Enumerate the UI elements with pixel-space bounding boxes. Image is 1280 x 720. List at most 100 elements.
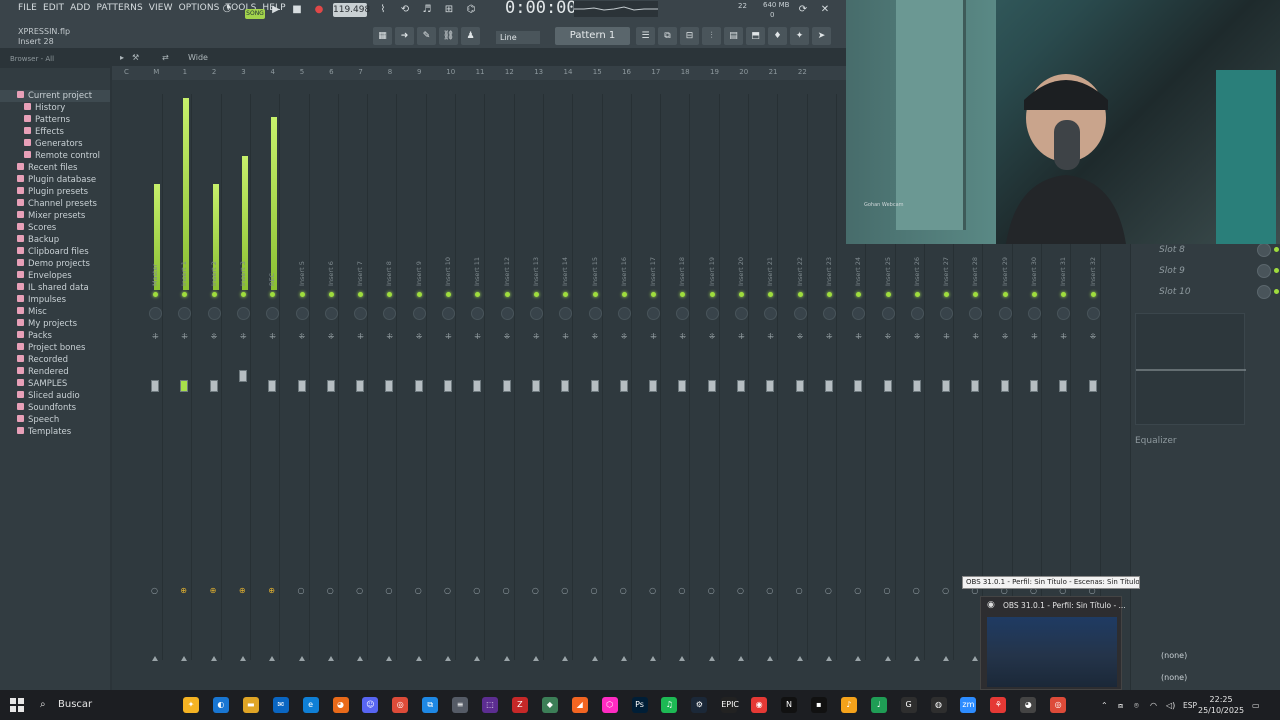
track-name[interactable]: REC [268, 273, 276, 286]
track-name[interactable]: Insert 19 [708, 257, 716, 286]
route-arrow-icon[interactable] [503, 656, 510, 661]
slot-mix-knob[interactable] [1257, 285, 1271, 299]
stop-icon[interactable]: ■ [289, 3, 305, 17]
stereo-separation-icon[interactable]: ⁜ [211, 332, 218, 341]
track-enable-led[interactable] [973, 292, 979, 297]
route-arrow-icon[interactable] [298, 656, 305, 661]
track-enable-led[interactable] [240, 292, 246, 297]
pan-knob[interactable] [793, 307, 807, 320]
send-route-icon[interactable]: ○ [151, 586, 158, 595]
route-arrow-icon[interactable] [445, 656, 451, 661]
pan-knob[interactable] [735, 307, 748, 320]
volume-fader[interactable] [326, 380, 335, 392]
stereo-separation-icon[interactable]: ⁜ [181, 332, 188, 341]
browser-item[interactable]: SAMPLES [0, 378, 110, 390]
firefox-icon[interactable]: ◕ [332, 697, 349, 713]
track-name[interactable]: Insert 31 [1059, 257, 1067, 286]
track-name[interactable]: Insert 8 [385, 261, 393, 286]
browser-item[interactable]: Templates [0, 426, 110, 438]
menu-edit[interactable]: EDIT [43, 3, 64, 13]
track-name[interactable]: Insert 32 [1089, 257, 1097, 286]
pattern-selector[interactable]: Pattern 1 [555, 27, 630, 45]
pan-knob[interactable] [852, 307, 866, 320]
windows-start-icon[interactable] [10, 698, 24, 712]
send-route-icon[interactable]: ○ [825, 586, 832, 595]
step-edit-icon[interactable]: ♬ [419, 3, 435, 17]
track-enable-led[interactable] [475, 292, 481, 297]
wifi-icon[interactable]: ◠ [1150, 701, 1157, 710]
stereo-separation-icon[interactable]: ⁜ [621, 332, 628, 341]
track-name[interactable]: Insert 22 [796, 257, 804, 286]
app-flower-icon[interactable]: ⚘ [990, 697, 1007, 713]
browser-item[interactable]: Project bones [0, 342, 110, 354]
stereo-separation-icon[interactable]: ⁜ [650, 332, 657, 341]
stereo-separation-icon[interactable]: ⁜ [1090, 332, 1097, 341]
tray-mic-icon[interactable]: ⌾ [1134, 701, 1139, 711]
app-g-icon[interactable]: G [900, 697, 917, 713]
track-name[interactable]: Insert 18 [678, 257, 686, 286]
route-arrow-icon[interactable] [855, 656, 862, 661]
play-icon[interactable]: ▶ [268, 3, 284, 17]
blender-icon[interactable]: ◢ [571, 697, 588, 713]
vscode-icon[interactable]: ⧉ [422, 697, 439, 713]
track-enable-led[interactable] [680, 292, 686, 297]
sourcetree-icon[interactable]: ◆ [541, 697, 558, 713]
browser-item[interactable]: Patterns [0, 114, 110, 126]
browser-item[interactable]: Generators [0, 138, 110, 150]
send-route-icon[interactable]: ○ [796, 586, 803, 595]
volume-fader[interactable] [707, 380, 716, 392]
photoshop-icon[interactable]: Ps [631, 697, 648, 713]
plugin-picker-icon[interactable]: ⬒ [746, 27, 765, 45]
send-route-icon[interactable]: ○ [708, 586, 715, 595]
file-explorer-icon[interactable]: ▬ [242, 697, 259, 713]
browser-header[interactable]: Browser - All [0, 50, 110, 68]
track-enable-led[interactable] [446, 292, 451, 297]
equalizer-graph[interactable] [1135, 313, 1246, 425]
send-route-icon[interactable]: ⊕ [268, 586, 275, 595]
route-arrow-icon[interactable] [972, 656, 979, 661]
browser-item[interactable]: Mixer presets [0, 210, 110, 222]
mixer-arrow-icon[interactable]: ▸ [120, 53, 124, 62]
pan-knob[interactable] [1086, 307, 1100, 320]
pan-knob[interactable] [940, 307, 954, 320]
track-enable-led[interactable] [651, 292, 657, 297]
browser-item[interactable]: Scores [0, 222, 110, 234]
visual-studio-icon[interactable]: ⬚ [482, 697, 498, 713]
blend-notes-icon[interactable]: ⊞ [441, 3, 457, 17]
pan-knob[interactable] [178, 307, 192, 320]
stereo-separation-icon[interactable]: ⁜ [797, 332, 804, 341]
volume-fader[interactable] [1000, 380, 1009, 392]
mixer-view-label[interactable]: Wide [188, 53, 208, 62]
app-dark-icon[interactable]: ▪ [810, 697, 827, 713]
browser-item[interactable]: Sliced audio [0, 390, 110, 402]
route-arrow-icon[interactable] [767, 656, 774, 661]
route-arrow-icon[interactable] [913, 656, 920, 661]
tray-chevron-icon[interactable]: ⌃ [1101, 701, 1108, 710]
channel-rack-icon[interactable]: ⊟ [680, 27, 699, 45]
send-route-icon[interactable]: ○ [884, 586, 891, 595]
send-route-icon[interactable]: ○ [503, 586, 510, 595]
route-arrow-icon[interactable] [415, 656, 422, 661]
pencil-icon[interactable]: ✎ [417, 27, 436, 45]
track-name[interactable]: Insert 29 [1001, 257, 1009, 286]
wait-input-icon[interactable]: ⌬ [463, 3, 479, 17]
stereo-separation-icon[interactable]: ⁜ [328, 332, 335, 341]
browser-item[interactable]: Current project [0, 90, 110, 102]
track-name[interactable]: Insert 17 [649, 257, 657, 286]
track-name[interactable]: Insert 20 [737, 257, 745, 286]
send-route-icon[interactable]: ○ [298, 586, 305, 595]
app-red-icon[interactable]: ◉ [751, 697, 768, 713]
pan-knob[interactable] [588, 307, 602, 320]
volume-fader[interactable] [1030, 380, 1038, 392]
volume-fader[interactable] [297, 380, 306, 392]
playlist-icon[interactable]: ☰ [636, 27, 655, 45]
volume-fader[interactable] [473, 380, 482, 392]
track-enable-led[interactable] [709, 292, 715, 297]
stereo-separation-icon[interactable]: ⁜ [357, 332, 364, 341]
volume-fader[interactable] [209, 380, 218, 392]
mixer-view-icon[interactable]: ⇄ [162, 53, 169, 62]
epic-games-icon[interactable]: EPIC [721, 697, 739, 713]
volume-fader[interactable] [1059, 380, 1068, 392]
track-name[interactable]: Insert 11 [473, 257, 481, 286]
app-sparkle-icon[interactable]: ✦ [183, 697, 199, 713]
